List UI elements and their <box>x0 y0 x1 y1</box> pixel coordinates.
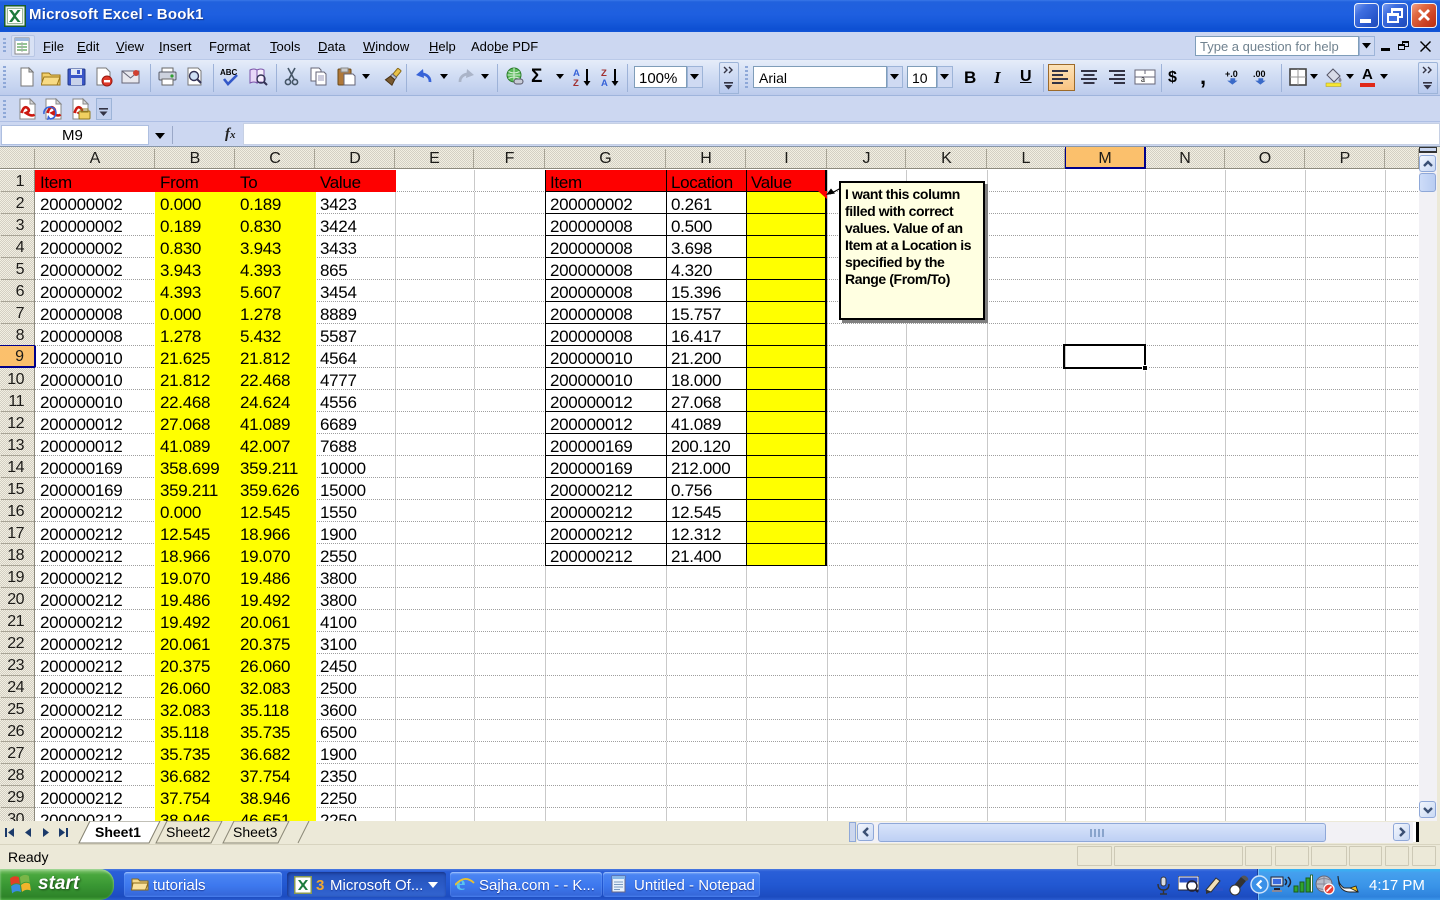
svg-text:+.0: +.0 <box>1225 69 1238 79</box>
svg-text:A: A <box>601 78 608 87</box>
svg-text:.00: .00 <box>1253 69 1266 79</box>
svg-text:Z: Z <box>573 78 579 87</box>
svg-text:a: a <box>1141 74 1145 84</box>
